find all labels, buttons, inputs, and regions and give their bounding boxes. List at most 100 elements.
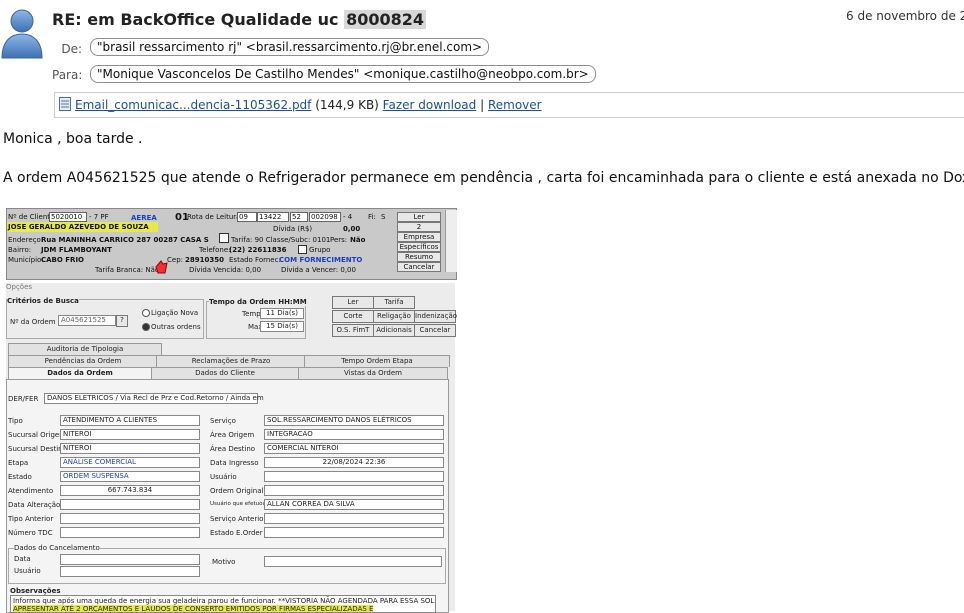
resumo-button[interactable]: Resumo: [397, 252, 441, 262]
obs-line-1: Informa que após uma queda de energia su…: [13, 597, 436, 605]
tarifa-branca: Tarifa Branca: Não: [95, 266, 160, 274]
nordem-help-button[interactable]: ?: [116, 315, 128, 327]
rota-suffix: - 4: [343, 213, 353, 221]
field-label: Data Ingresso: [210, 459, 259, 467]
radio-ligacao[interactable]: [142, 309, 150, 317]
two-button[interactable]: 2: [397, 222, 441, 232]
fi-value: S: [381, 213, 386, 221]
tab-auditoria[interactable]: Auditoria de Tipologia: [8, 343, 162, 355]
bairro-label: Bairro:: [8, 246, 32, 254]
grupo-label: Grupo: [309, 246, 331, 254]
field-value: 22/08/2024 22:36: [264, 457, 444, 468]
link-separator: |: [476, 98, 488, 112]
municipio-value: CABO FRIO: [41, 256, 85, 264]
indenizacao-button[interactable]: Indenização: [414, 310, 457, 323]
field-value: [264, 527, 444, 538]
obs-box: Informa que após uma queda de energia su…: [10, 595, 436, 613]
cancelar-button[interactable]: Cancelar: [397, 262, 441, 272]
tab-dados-cliente[interactable]: Dados do Cliente: [151, 367, 299, 379]
field-label: Serviço Anterior: [210, 515, 267, 523]
subject-highlight: 8000824: [344, 10, 427, 29]
radio-ligacao-label: Ligação Nova: [151, 309, 199, 317]
field-value: [264, 471, 444, 482]
pdf-file-icon: [59, 97, 71, 111]
tarifa-button[interactable]: Tarifa: [373, 296, 415, 309]
cancel-title: Dados do Cancelamento: [14, 544, 100, 552]
right-fields: Serviço SOL.RESSARCIMENTO DANOS ELÉTRICOS…: [208, 415, 448, 545]
os-fimt-button[interactable]: O.S. FimT: [332, 324, 374, 337]
field-value: ALLAN CORREA DA SILVA: [264, 499, 444, 510]
ler-button[interactable]: Ler: [397, 212, 441, 222]
from-address-pill[interactable]: "brasil ressarcimento rj" <brasil.ressar…: [90, 38, 490, 56]
opcoes-label: Opções: [6, 283, 33, 291]
cep-value: 28910350: [185, 256, 224, 264]
to-address-pill[interactable]: "Monique Vasconcelos De Castilho Mendes"…: [90, 65, 596, 83]
greeting-text: Monica , boa tarde .: [3, 131, 143, 147]
sender-avatar-icon: [1, 9, 43, 59]
cancelar-order-button[interactable]: Cancelar: [414, 324, 456, 337]
tab-pendencias[interactable]: Pendências da Ordem: [8, 355, 158, 367]
nordem-label: Nº da Ordem: [10, 318, 56, 326]
aerea-label: AEREA: [131, 214, 157, 222]
religacao-button[interactable]: Religação: [373, 310, 415, 323]
especificos-button[interactable]: Específicos: [397, 242, 441, 252]
cancel-usuario-field: [60, 566, 200, 577]
field-value: SOL.RESSARCIMENTO DANOS ELÉTRICOS: [264, 415, 444, 426]
field-label: Tipo: [8, 417, 23, 425]
field-label: Área Destino: [210, 445, 256, 453]
cancel-data-label: Data: [14, 555, 31, 563]
tempo-group: [206, 301, 306, 339]
tab-tempo-etapa[interactable]: Tempo Ordem Etapa: [304, 355, 450, 367]
fi-label: Fi:: [368, 213, 376, 221]
rota-label: Rota de Leitura: [187, 213, 241, 221]
tab-reclamacoes[interactable]: Reclamações de Prazo: [156, 355, 306, 367]
rota-field-1: 09: [237, 212, 257, 222]
field-value: [264, 485, 444, 496]
grid-icon: [219, 233, 229, 243]
der-label: DER/FER: [8, 395, 39, 403]
download-link[interactable]: Fazer download: [383, 98, 477, 112]
cancel-usuario-label: Usuário: [14, 567, 41, 575]
field-label: Data Alteração: [8, 501, 61, 509]
ler-order-button[interactable]: Ler: [332, 296, 374, 309]
attachment-name-link[interactable]: Email_comunicac...dencia-1105362.pdf: [75, 98, 311, 112]
field-value: NITEROI: [60, 429, 200, 440]
from-label: De:: [61, 42, 82, 56]
cancel-motivo-label: Motivo: [212, 558, 236, 566]
divida-label: Dívida (R$): [273, 225, 313, 233]
grupo-icon: [298, 245, 307, 254]
field-label: Sucursal Destino: [8, 445, 67, 453]
pers-value: Não: [350, 236, 366, 244]
bairro-value: JDM FLAMBOYANT: [41, 246, 112, 254]
remove-link[interactable]: Remover: [488, 98, 542, 112]
obs-line-2: APRESENTAR ATÉ 2 ORÇAMENTOS E LAUDOS DE …: [13, 605, 374, 613]
nordem-field[interactable]: A045621525: [58, 315, 116, 326]
email-subject: RE: em BackOffice Qualidade uc 8000824: [52, 10, 427, 29]
criterios-title: Critérios de Busca: [7, 297, 79, 305]
field-value: COMERCIAL NITEROI: [264, 443, 444, 454]
side-strip: [445, 210, 457, 272]
client-name: JOSE GERALDO AZEVEDO DE SOUZA: [7, 222, 158, 232]
nclient-field: 5020010: [49, 212, 87, 222]
endereco-label: Endereço:: [8, 236, 44, 244]
estado-label: Estado Fornec:: [229, 256, 281, 264]
telefone-label: Telefone:: [199, 246, 231, 254]
field-label: Tipo Anterior: [8, 515, 54, 523]
corte-button[interactable]: Corte: [332, 310, 374, 323]
field-value: ANÁLISE COMERCIAL: [60, 457, 200, 468]
field-value: ORDEM SUSPENSA: [60, 471, 200, 482]
radio-outras[interactable]: [142, 323, 150, 331]
empresa-button[interactable]: Empresa: [397, 232, 441, 242]
field-label: Estado E.Order: [210, 529, 263, 537]
message-text: A ordem A045621525 que atende o Refriger…: [3, 170, 964, 186]
field-value: [264, 513, 444, 524]
obs-title: Observações: [10, 587, 61, 595]
tab-dados-ordem[interactable]: Dados da Ordem: [8, 367, 152, 379]
tab-vistas-ordem[interactable]: Vistas da Ordem: [298, 367, 448, 379]
adicionais-button[interactable]: Adicionais: [373, 324, 415, 337]
cursor-hand-icon: [155, 260, 168, 274]
field-label: Sucursal Origem: [8, 431, 67, 439]
endereco-value: Rua MANINHA CARRICO 287 00287 CASA S: [41, 236, 209, 244]
tarifa-text: Tarifa: 90 Classe/Subc: 0101: [231, 236, 331, 244]
attachment-bar: Email_comunicac...dencia-1105362.pdf (14…: [54, 92, 964, 118]
